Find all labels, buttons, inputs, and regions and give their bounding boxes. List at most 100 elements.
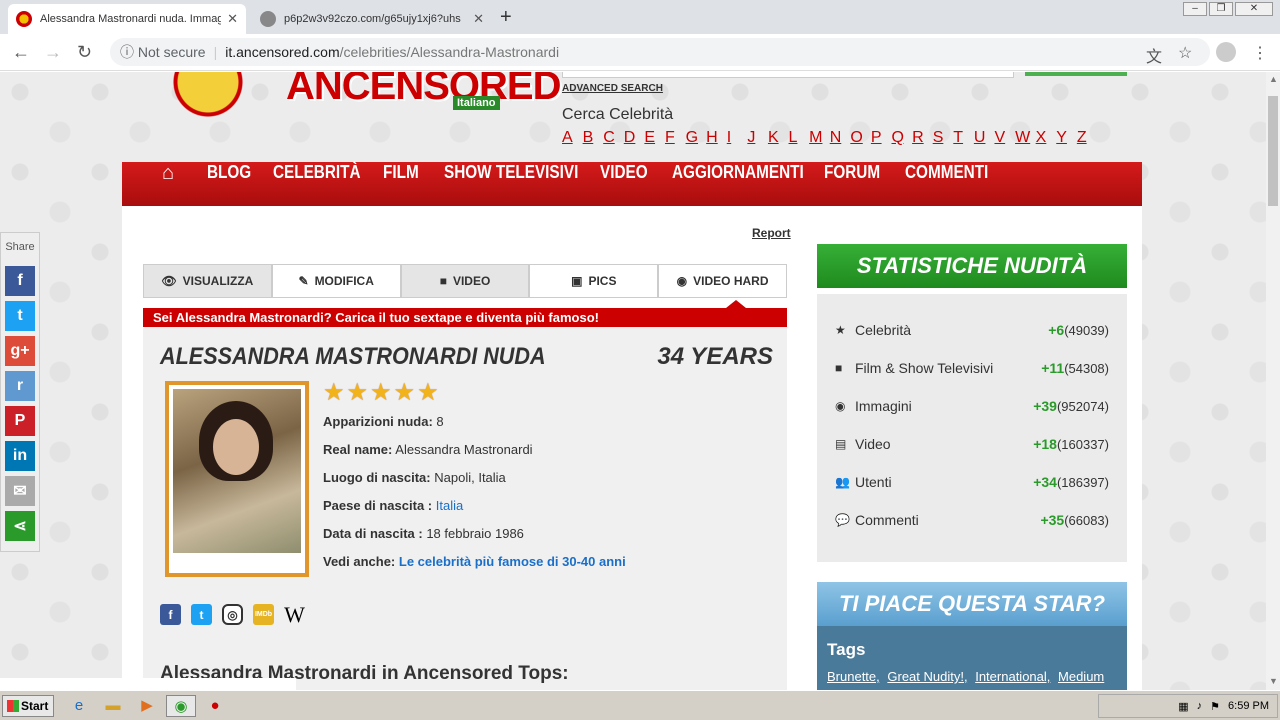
letter-link-f[interactable]: F — [665, 129, 686, 147]
rating-star-icon[interactable]: ★ — [323, 381, 345, 405]
tab-video-hard[interactable]: ◉ VIDEO HARD — [658, 264, 787, 298]
search-input[interactable] — [562, 72, 1014, 78]
vedi-anche-link[interactable]: Le celebrità più famose di 30-40 anni — [399, 554, 626, 569]
letter-link-z[interactable]: Z — [1077, 129, 1098, 147]
scroll-thumb[interactable] — [1268, 96, 1278, 206]
menu-video[interactable]: VIDEO — [600, 162, 648, 206]
letter-link-o[interactable]: O — [850, 129, 871, 147]
letter-link-j[interactable]: J — [747, 129, 768, 147]
letter-link-e[interactable]: E — [644, 129, 665, 147]
close-tab-icon[interactable]: ✕ — [227, 11, 238, 27]
letter-link-i[interactable]: I — [727, 129, 748, 147]
stat-row[interactable]: ▤ Video +18 (160337) — [835, 434, 1109, 454]
sextape-banner[interactable]: Sei Alessandra Mastronardi? Carica il tu… — [143, 300, 787, 327]
imdb-icon[interactable]: IMDb — [253, 604, 274, 625]
site-logo[interactable]: ANCENSORED Italiano — [148, 72, 561, 132]
network-icon[interactable]: ▦ — [1178, 700, 1188, 713]
letter-link-c[interactable]: C — [603, 129, 624, 147]
wikipedia-icon[interactable]: W — [284, 602, 305, 627]
tab-visualizza[interactable]: 👁 VISUALIZZA — [143, 264, 272, 298]
email-icon[interactable]: ✉ — [5, 476, 35, 506]
maximize-button[interactable]: ❐ — [1209, 2, 1233, 16]
letter-link-d[interactable]: D — [624, 129, 645, 147]
scroll-up-icon[interactable]: ▲ — [1269, 74, 1278, 84]
search-button[interactable] — [1025, 72, 1127, 76]
more-share-icon[interactable]: ⋖ — [5, 511, 35, 541]
close-window-button[interactable]: ✕ — [1235, 2, 1273, 16]
google-plus-icon[interactable]: g+ — [5, 336, 35, 366]
ie-icon[interactable]: e — [68, 695, 90, 717]
facebook-share-icon[interactable]: f — [5, 266, 35, 296]
browser-tab-2[interactable]: p6p2w3v92czo.com/g65ujy1xj6?uhs ✕ — [252, 4, 492, 34]
menu-kebab-icon[interactable]: ⋮ — [1252, 43, 1268, 63]
scroll-down-icon[interactable]: ▼ — [1269, 676, 1278, 686]
info-icon[interactable]: ⓘ — [120, 42, 134, 62]
letter-link-w[interactable]: W — [1015, 129, 1036, 147]
rating-star-icon[interactable]: ★ — [370, 381, 392, 405]
profile-avatar[interactable] — [1216, 42, 1236, 62]
home-icon[interactable]: ⌂ — [162, 162, 174, 206]
close-tab-icon[interactable]: ✕ — [473, 11, 484, 27]
translate-icon[interactable]: 文 — [1146, 43, 1162, 67]
profile-photo[interactable] — [165, 381, 309, 577]
letter-link-r[interactable]: R — [912, 129, 933, 147]
tag-link[interactable]: Brunette, — [827, 669, 880, 684]
letter-link-l[interactable]: L — [789, 129, 810, 147]
stat-row[interactable]: ★ Celebrità +6 (49039) — [835, 320, 1109, 340]
letter-link-t[interactable]: T — [953, 129, 974, 147]
reddit-icon[interactable]: r — [5, 371, 35, 401]
menu-show-televisivi[interactable]: SHOW TELEVISIVI — [444, 162, 578, 206]
minimize-button[interactable]: – — [1183, 2, 1207, 16]
media-player-icon[interactable]: ▶ — [136, 695, 158, 717]
rating-star-icon[interactable]: ★ — [394, 381, 416, 405]
letter-link-a[interactable]: A — [562, 129, 583, 147]
volume-icon[interactable]: ♪ — [1197, 700, 1203, 712]
letter-link-s[interactable]: S — [933, 129, 954, 147]
letter-link-b[interactable]: B — [583, 129, 604, 147]
letter-link-k[interactable]: K — [768, 129, 789, 147]
tag-link[interactable]: Great Nudity!, — [887, 669, 967, 684]
letter-link-m[interactable]: M — [809, 129, 830, 147]
rating-star-icon[interactable]: ★ — [417, 381, 439, 405]
stat-row[interactable]: 👥 Utenti +34 (186397) — [835, 472, 1109, 492]
letter-link-x[interactable]: X — [1036, 129, 1057, 147]
letter-link-g[interactable]: G — [686, 129, 707, 147]
menu-blog[interactable]: BLOG — [207, 162, 251, 206]
new-tab-button[interactable]: + — [500, 6, 512, 29]
advanced-search-link[interactable]: ADVANCED SEARCH — [562, 83, 663, 94]
start-button[interactable]: Start — [2, 695, 54, 717]
menu-aggiornamenti[interactable]: AGGIORNAMENTI — [672, 162, 804, 206]
menu-commenti[interactable]: COMMENTI — [905, 162, 988, 206]
tab-video[interactable]: ■ VIDEO — [400, 264, 530, 298]
stat-row[interactable]: ◉ Immagini +39 (952074) — [835, 396, 1109, 416]
browser-tab-active[interactable]: Alessandra Mastronardi nuda. Immagini ✕ — [8, 4, 246, 34]
letter-link-n[interactable]: N — [830, 129, 851, 147]
menu-forum[interactable]: FORUM — [824, 162, 880, 206]
flag-icon[interactable]: ⚑ — [1210, 700, 1220, 713]
forward-icon[interactable]: → — [44, 42, 62, 63]
rating-stars[interactable]: ★ ★ ★ ★ ★ — [323, 381, 439, 405]
twitter-icon[interactable]: t — [191, 604, 212, 625]
letter-link-h[interactable]: H — [706, 129, 727, 147]
letter-link-u[interactable]: U — [974, 129, 995, 147]
clock[interactable]: 6:59 PM — [1228, 700, 1269, 712]
letter-link-q[interactable]: Q — [892, 129, 913, 147]
url-field[interactable]: ⓘ Not secure | it.ancensored.com/celebri… — [110, 38, 1210, 66]
pinterest-icon[interactable]: P — [5, 406, 35, 436]
vertical-scrollbar[interactable]: ▲ ▼ — [1266, 72, 1280, 690]
stat-row[interactable]: 💬 Commenti +35 (66083) — [835, 510, 1109, 530]
tab-pics[interactable]: ▣ PICS — [529, 264, 659, 298]
letter-link-y[interactable]: Y — [1056, 129, 1077, 147]
letter-link-v[interactable]: V — [994, 129, 1015, 147]
paese-nascita-link[interactable]: Italia — [436, 498, 463, 513]
linkedin-icon[interactable]: in — [5, 441, 35, 471]
menu-film[interactable]: FILM — [383, 162, 419, 206]
bookmark-star-icon[interactable]: ☆ — [1178, 43, 1192, 63]
instagram-icon[interactable]: ◎ — [222, 604, 243, 625]
stat-row[interactable]: ■ Film & Show Televisivi +11 (54308) — [835, 358, 1109, 378]
rating-star-icon[interactable]: ★ — [347, 381, 369, 405]
tab-modifica[interactable]: ✎ MODIFICA — [271, 264, 401, 298]
letter-link-p[interactable]: P — [871, 129, 892, 147]
menu-celebrita[interactable]: CELEBRITÀ — [273, 162, 361, 206]
back-icon[interactable]: ← — [12, 42, 30, 63]
